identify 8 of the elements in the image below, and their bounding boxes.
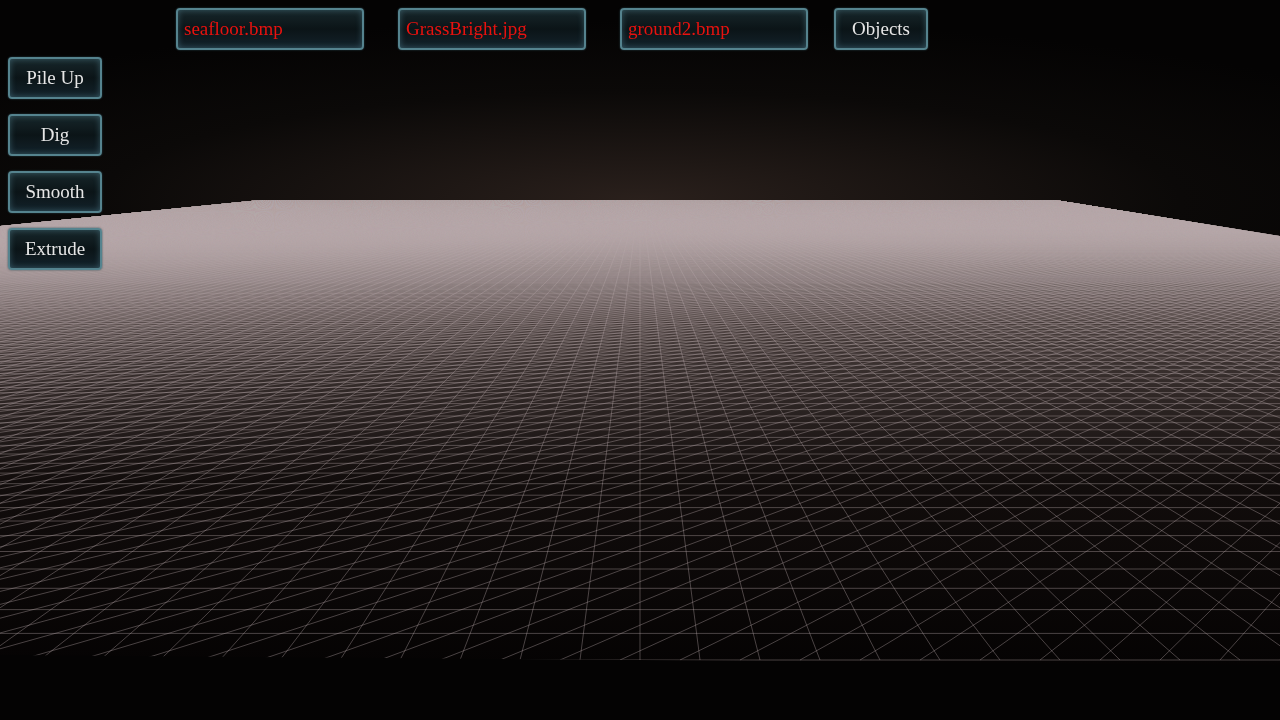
- tool-button[interactable]: Extrude: [8, 228, 102, 270]
- tool-button[interactable]: Smooth: [8, 171, 102, 213]
- texture-button[interactable]: ground2.bmp: [620, 8, 808, 50]
- tool-button[interactable]: Pile Up: [8, 57, 102, 99]
- texture-button[interactable]: GrassBright.jpg: [398, 8, 586, 50]
- texture-button[interactable]: seafloor.bmp: [176, 8, 364, 50]
- tool-button[interactable]: Dig: [8, 114, 102, 156]
- objects-button[interactable]: Objects: [834, 8, 928, 50]
